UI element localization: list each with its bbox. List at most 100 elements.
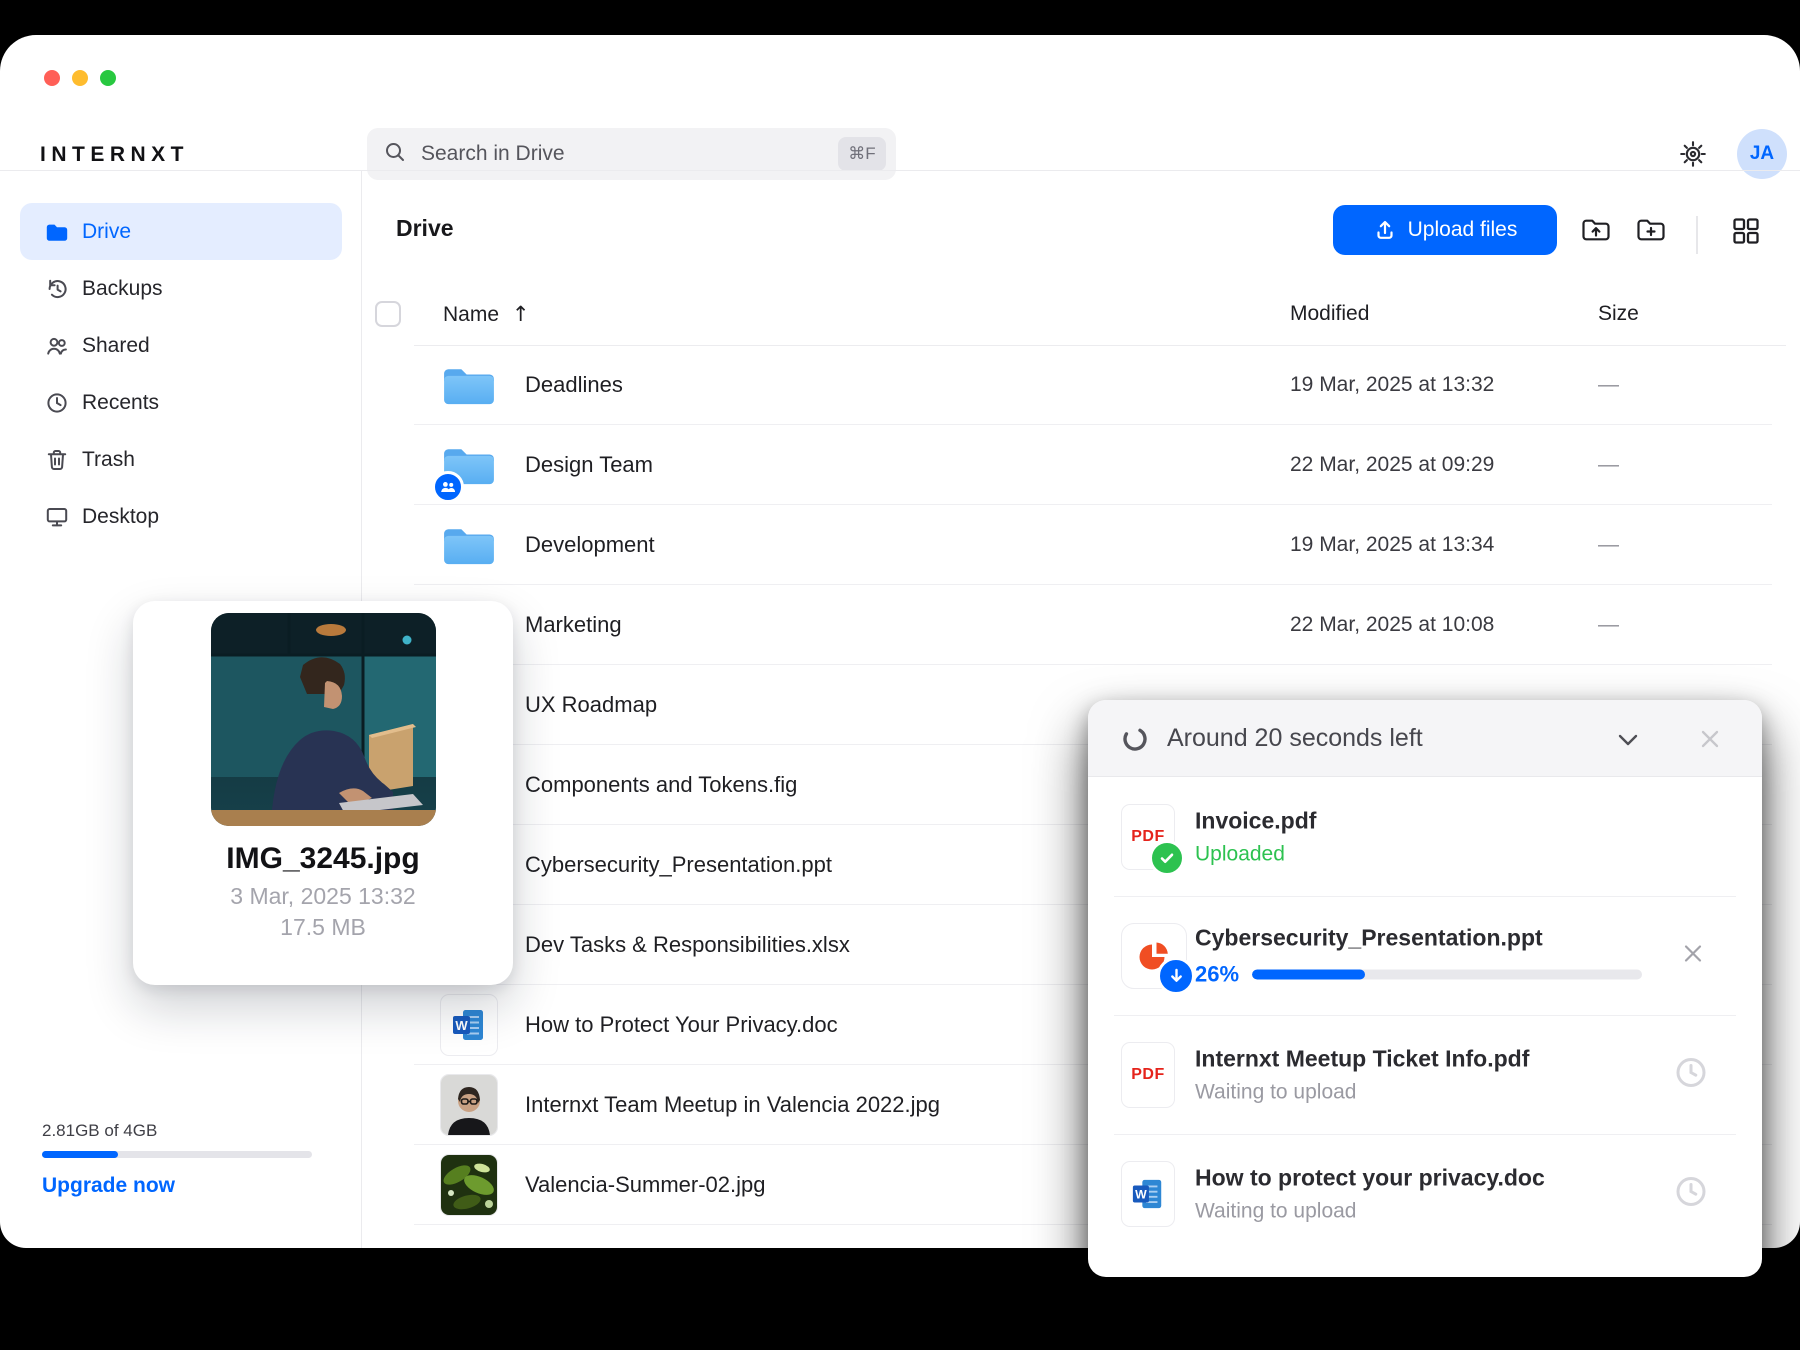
file-size: — (1598, 453, 1619, 476)
upload-progress-bar (1252, 969, 1642, 979)
upload-icon (1373, 218, 1397, 242)
preview-photo (210, 613, 436, 826)
preview-filename: IMG_3245.jpg (226, 842, 420, 875)
preview-date: 3 Mar, 2025 13:32 (230, 883, 416, 909)
desktop-monitor-icon (44, 504, 70, 530)
file-name: How to Protect Your Privacy.doc (525, 1012, 838, 1037)
folder-icon (440, 356, 498, 414)
folder-icon (44, 219, 70, 245)
file-modified: 19 Mar, 2025 at 13:32 (1290, 373, 1495, 396)
table-row[interactable]: Development 19 Mar, 2025 at 13:34 — (362, 505, 1786, 585)
ppt-file-icon (1121, 922, 1195, 995)
select-all-checkbox[interactable] (375, 301, 401, 327)
upload-progress-panel: Around 20 seconds left PDF Invoice.pdf U… (1088, 700, 1762, 1277)
column-header-modified[interactable]: Modified (1290, 301, 1369, 327)
folder-icon (440, 516, 498, 574)
file-size: — (1598, 533, 1619, 556)
file-size: — (1598, 373, 1619, 396)
avatar[interactable]: JA (1737, 129, 1787, 179)
file-modified: 19 Mar, 2025 at 13:34 (1290, 533, 1495, 556)
svg-text:W: W (455, 1018, 468, 1033)
table-row[interactable]: Marketing 22 Mar, 2025 at 10:08 — (362, 585, 1786, 665)
file-modified: 22 Mar, 2025 at 10:08 (1290, 613, 1495, 636)
check-success-icon (1149, 839, 1185, 876)
upload-panel-header: Around 20 seconds left (1088, 700, 1762, 777)
sidebar-item-label: Recents (82, 390, 160, 414)
clock-icon (44, 390, 70, 416)
uploading-arrow-icon (1157, 956, 1195, 995)
table-row[interactable]: Design Team 22 Mar, 2025 at 09:29 — (362, 425, 1786, 505)
photo-thumbnail (440, 1154, 498, 1216)
sidebar-item-backups[interactable]: Backups (20, 260, 342, 317)
upload-item-status: Uploaded (1195, 842, 1285, 865)
photo-thumbnail (440, 1074, 498, 1136)
screenshot-stage: INTERNXT ⌘F JA Drive (0, 0, 1800, 1350)
table-row[interactable]: Deadlines 19 Mar, 2025 at 13:32 — (362, 345, 1786, 425)
zoom-window-icon[interactable] (100, 70, 116, 86)
search-bar[interactable]: ⌘F (367, 128, 896, 180)
close-icon[interactable] (1694, 723, 1726, 755)
sidebar-item-label: Backups (82, 276, 163, 300)
search-input[interactable] (419, 141, 838, 167)
sidebar-item-trash[interactable]: Trash (20, 431, 342, 488)
file-name: UX Roadmap (525, 692, 658, 717)
upload-item-name: Invoice.pdf (1195, 807, 1317, 833)
pdf-file-icon: PDF (1121, 1041, 1175, 1108)
file-name: Components and Tokens.fig (525, 772, 798, 797)
search-shortcut-badge: ⌘F (838, 137, 886, 171)
sidebar-item-label: Drive (82, 219, 132, 243)
storage-usage-label: 2.81GB of 4GB (42, 1121, 158, 1140)
upload-item-name: Internxt Meetup Ticket Info.pdf (1195, 1045, 1530, 1071)
sidebar-item-label: Desktop (82, 504, 160, 528)
upload-item-status: Waiting to upload (1195, 1080, 1357, 1103)
grid-view-icon[interactable] (1730, 215, 1764, 249)
column-header-name[interactable]: Name ↑ (443, 301, 529, 328)
sidebar-item-desktop[interactable]: Desktop (20, 488, 342, 545)
shared-users-icon (44, 333, 70, 359)
upload-item: W How to protect your privacy.doc Waitin… (1121, 1134, 1736, 1253)
storage-progress-bar (42, 1151, 312, 1158)
upload-item-status: Waiting to upload (1195, 1199, 1357, 1222)
upload-item-name: Cybersecurity_Presentation.ppt (1195, 924, 1543, 950)
settings-gear-icon[interactable] (1676, 137, 1710, 171)
storage-progress-fill (42, 1151, 118, 1158)
backups-history-icon (44, 276, 70, 302)
column-header-size[interactable]: Size (1598, 301, 1639, 327)
upload-percent-label: 26% (1195, 961, 1240, 986)
chevron-down-icon[interactable] (1612, 724, 1644, 756)
file-name: Design Team (525, 452, 653, 477)
waiting-clock-icon (1674, 1055, 1708, 1094)
file-modified: 22 Mar, 2025 at 09:29 (1290, 453, 1495, 476)
minimize-window-icon[interactable] (72, 70, 88, 86)
file-name: Internxt Team Meetup in Valencia 2022.jp… (525, 1092, 941, 1117)
sort-ascending-icon: ↑ (511, 302, 530, 326)
close-window-icon[interactable] (44, 70, 60, 86)
shared-users-badge-icon (432, 471, 464, 503)
upload-item: Cybersecurity_Presentation.ppt 26% (1121, 896, 1736, 1015)
pdf-file-icon: PDF (1121, 803, 1185, 876)
upload-eta-label: Around 20 seconds left (1167, 724, 1423, 752)
new-folder-icon[interactable] (1634, 213, 1668, 247)
file-name: Dev Tasks & Responsibilities.xlsx (525, 932, 850, 957)
file-size: — (1598, 613, 1619, 636)
sidebar-item-drive[interactable]: Drive (20, 203, 342, 260)
sidebar-item-shared[interactable]: Shared (20, 317, 342, 374)
toolbar-divider (1696, 216, 1698, 254)
internxt-logo: INTERNXT (40, 143, 189, 166)
cancel-upload-icon[interactable] (1678, 938, 1708, 973)
upgrade-now-link[interactable]: Upgrade now (42, 1174, 175, 1198)
upload-item: PDF Invoice.pdf Uploaded (1121, 777, 1736, 896)
sidebar-item-recents[interactable]: Recents (20, 374, 342, 431)
upload-files-button[interactable]: Upload files (1333, 205, 1557, 255)
file-name: Marketing (525, 612, 622, 637)
upload-item: PDF Internxt Meetup Ticket Info.pdf Wait… (1121, 1015, 1736, 1134)
sidebar-item-label: Trash (82, 447, 135, 471)
file-preview-card: IMG_3245.jpg 3 Mar, 2025 13:32 17.5 MB (133, 601, 513, 985)
file-name: Deadlines (525, 372, 623, 397)
upload-files-label: Upload files (1407, 218, 1518, 241)
file-name: Development (525, 532, 655, 557)
waiting-clock-icon (1674, 1174, 1708, 1213)
upload-folder-icon[interactable] (1579, 213, 1613, 247)
spinner-icon (1120, 724, 1150, 754)
svg-text:W: W (1135, 1187, 1147, 1201)
